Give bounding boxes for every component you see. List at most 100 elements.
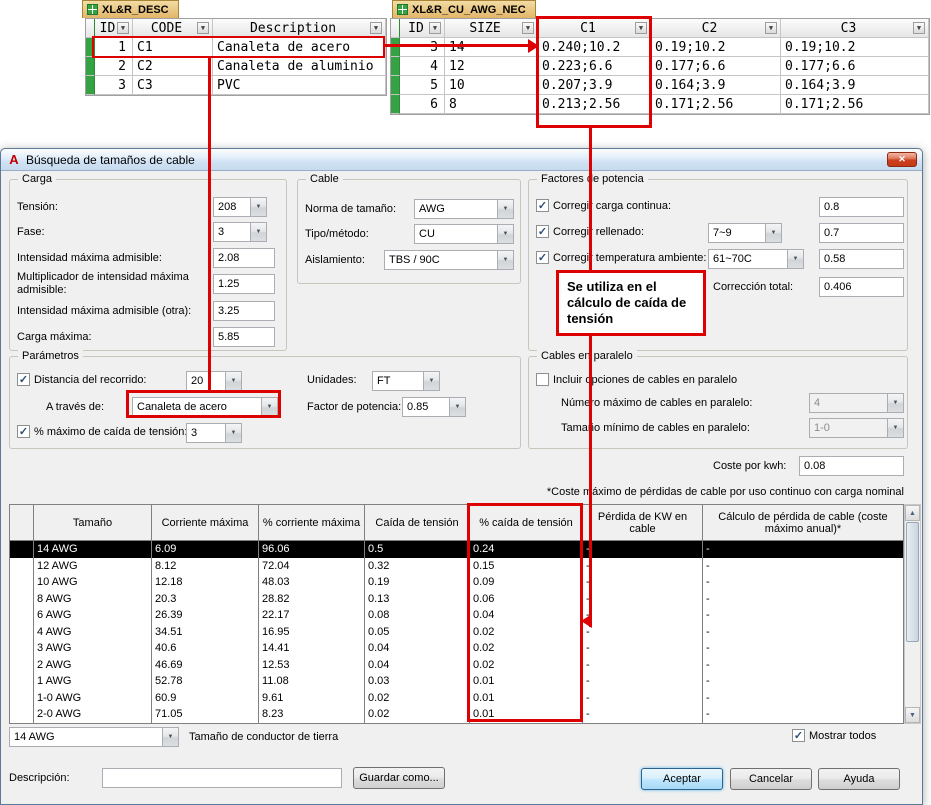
tension-combo[interactable]: 208 ▼ xyxy=(213,197,267,217)
header-perdida-kw[interactable]: Pérdida de KW en cable xyxy=(583,505,703,540)
incluir-paralelo-checkbox[interactable]: ✓ xyxy=(536,373,549,386)
temperatura-field[interactable]: 0.58 xyxy=(819,249,904,269)
cell-id[interactable]: 4 xyxy=(400,57,445,76)
guardar-como-button[interactable]: Guardar como... xyxy=(353,767,445,789)
intensidad-otra-field[interactable]: 3.25 xyxy=(213,301,275,321)
cell-c2[interactable]: 0.19;10.2 xyxy=(651,38,781,57)
chevron-down-icon[interactable]: ▼ xyxy=(497,225,513,243)
cell-code[interactable]: C3 xyxy=(133,76,213,95)
cell-id[interactable]: 3 xyxy=(95,76,133,95)
row-selector[interactable] xyxy=(10,656,34,673)
corregir-temperatura-checkbox[interactable]: ✓ xyxy=(536,251,549,264)
cell-description[interactable]: PVC xyxy=(213,76,386,95)
filter-dropdown-icon[interactable]: ▼ xyxy=(635,22,647,34)
sheet-row[interactable]: 1 C1 Canaleta de acero xyxy=(86,38,386,57)
coste-kwh-field[interactable]: 0.08 xyxy=(799,456,904,476)
aislamiento-combo[interactable]: TBS / 90C ▼ xyxy=(384,250,514,270)
row-selector[interactable] xyxy=(10,706,34,723)
chevron-down-icon[interactable]: ▼ xyxy=(162,728,178,746)
cell-id[interactable]: 6 xyxy=(400,95,445,114)
cell-c2[interactable]: 0.177;6.6 xyxy=(651,57,781,76)
caida-maxima-combo[interactable]: 3 ▼ xyxy=(186,423,242,443)
close-button[interactable]: ✕ xyxy=(887,152,917,167)
header-calculo-perdida[interactable]: Cálculo de pérdida de cable (coste máxim… xyxy=(703,505,903,540)
filter-dropdown-icon[interactable]: ▼ xyxy=(197,22,209,34)
chevron-down-icon[interactable]: ▼ xyxy=(787,250,803,268)
carga-continua-field[interactable]: 0.8 xyxy=(819,197,904,217)
chevron-down-icon[interactable]: ▼ xyxy=(250,223,266,241)
sheet-row[interactable]: 4 12 0.223;6.6 0.177;6.6 0.177;6.6 xyxy=(391,57,929,76)
correccion-total-field[interactable]: 0.406 xyxy=(819,277,904,297)
chevron-down-icon[interactable]: ▼ xyxy=(225,424,241,442)
row-selector[interactable] xyxy=(10,557,34,574)
chevron-down-icon[interactable]: ▼ xyxy=(261,398,277,416)
cell-id[interactable]: 1 xyxy=(95,38,133,57)
sheet-row[interactable]: 6 8 0.213;2.56 0.171;2.56 0.171;2.56 xyxy=(391,95,929,114)
column-header-id[interactable]: ID ▼ xyxy=(400,19,445,38)
cancelar-button[interactable]: Cancelar xyxy=(730,768,812,790)
row-selector[interactable] xyxy=(10,640,34,657)
row-selector[interactable] xyxy=(10,574,34,591)
cell-code[interactable]: C2 xyxy=(133,57,213,76)
cell-size[interactable]: 12 xyxy=(445,57,538,76)
chevron-down-icon[interactable]: ▼ xyxy=(497,200,513,218)
column-header-code[interactable]: CODE ▼ xyxy=(133,19,213,38)
rellenado-combo[interactable]: 7~9 ▼ xyxy=(708,223,782,243)
filter-dropdown-icon[interactable]: ▼ xyxy=(370,22,382,34)
table-row[interactable]: 12 AWG 8.12 72.04 0.32 0.15 - - xyxy=(10,557,903,574)
table-row[interactable]: 2 AWG 46.69 12.53 0.04 0.02 - - xyxy=(10,656,903,673)
filter-dropdown-icon[interactable]: ▼ xyxy=(429,22,441,34)
tipo-combo[interactable]: CU ▼ xyxy=(414,224,514,244)
cell-c2[interactable]: 0.171;2.56 xyxy=(651,95,781,114)
column-header-c3[interactable]: C3 ▼ xyxy=(781,19,929,38)
corregir-carga-continua-checkbox[interactable]: ✓ xyxy=(536,199,549,212)
sheet-row[interactable]: 3 14 0.240;10.2 0.19;10.2 0.19;10.2 xyxy=(391,38,929,57)
table-row[interactable]: 10 AWG 12.18 48.03 0.19 0.09 - - xyxy=(10,574,903,591)
unidades-combo[interactable]: FT ▼ xyxy=(372,371,440,391)
filter-dropdown-icon[interactable]: ▼ xyxy=(765,22,777,34)
cell-c1[interactable]: 0.207;3.9 xyxy=(538,76,651,95)
column-header-c1[interactable]: C1 ▼ xyxy=(538,19,651,38)
table-row[interactable]: 14 AWG 6.09 96.06 0.5 0.24 - - xyxy=(10,541,903,558)
tierra-combo[interactable]: 14 AWG ▼ xyxy=(9,727,179,747)
cell-size[interactable]: 10 xyxy=(445,76,538,95)
table-row[interactable]: 3 AWG 40.6 14.41 0.04 0.02 - - xyxy=(10,640,903,657)
cell-c1[interactable]: 0.240;10.2 xyxy=(538,38,651,57)
column-header-c2[interactable]: C2 ▼ xyxy=(651,19,781,38)
cell-c3[interactable]: 0.164;3.9 xyxy=(781,76,929,95)
row-selector[interactable] xyxy=(10,590,34,607)
cell-size[interactable]: 14 xyxy=(445,38,538,57)
header-corriente-maxima[interactable]: Corriente máxima xyxy=(152,505,259,540)
chevron-down-icon[interactable]: ▼ xyxy=(225,372,241,390)
fase-combo[interactable]: 3 ▼ xyxy=(213,222,267,242)
titlebar[interactable]: A Búsqueda de tamaños de cable xyxy=(1,149,922,171)
cell-code[interactable]: C1 xyxy=(133,38,213,57)
row-selector[interactable] xyxy=(10,607,34,624)
filter-dropdown-icon[interactable]: ▼ xyxy=(913,22,925,34)
sheet-row[interactable]: 2 C2 Canaleta de aluminio xyxy=(86,57,386,76)
column-header-id[interactable]: ID ▼ xyxy=(95,19,133,38)
rellenado-field[interactable]: 0.7 xyxy=(819,223,904,243)
corregir-rellenado-checkbox[interactable]: ✓ xyxy=(536,225,549,238)
mostrar-todos-checkbox[interactable]: ✓ xyxy=(792,729,805,742)
cell-c3[interactable]: 0.177;6.6 xyxy=(781,57,929,76)
cell-description[interactable]: Canaleta de acero xyxy=(213,38,386,57)
scroll-thumb[interactable] xyxy=(906,522,919,642)
cell-id[interactable]: 5 xyxy=(400,76,445,95)
table-row[interactable]: 6 AWG 26.39 22.17 0.08 0.04 - - xyxy=(10,607,903,624)
table-row[interactable]: 1-0 AWG 60.9 9.61 0.02 0.01 - - xyxy=(10,689,903,706)
sheet-row[interactable]: 3 C3 PVC xyxy=(86,76,386,95)
multiplicador-field[interactable]: 1.25 xyxy=(213,274,275,294)
chevron-down-icon[interactable]: ▼ xyxy=(497,251,513,269)
row-selector[interactable] xyxy=(10,673,34,690)
row-selector[interactable] xyxy=(10,689,34,706)
atraves-combo[interactable]: Canaleta de acero ▼ xyxy=(132,397,278,417)
cell-c3[interactable]: 0.171;2.56 xyxy=(781,95,929,114)
cell-c2[interactable]: 0.164;3.9 xyxy=(651,76,781,95)
table-row[interactable]: 2-0 AWG 71.05 8.23 0.02 0.01 - - xyxy=(10,706,903,723)
table-row[interactable]: 8 AWG 20.3 28.82 0.13 0.06 - - xyxy=(10,590,903,607)
row-selector[interactable] xyxy=(10,623,34,640)
filter-dropdown-icon[interactable]: ▼ xyxy=(522,22,534,34)
temperatura-combo[interactable]: 61~70C ▼ xyxy=(708,249,804,269)
header-pct-caida-tension[interactable]: % caída de tensión xyxy=(470,505,583,540)
